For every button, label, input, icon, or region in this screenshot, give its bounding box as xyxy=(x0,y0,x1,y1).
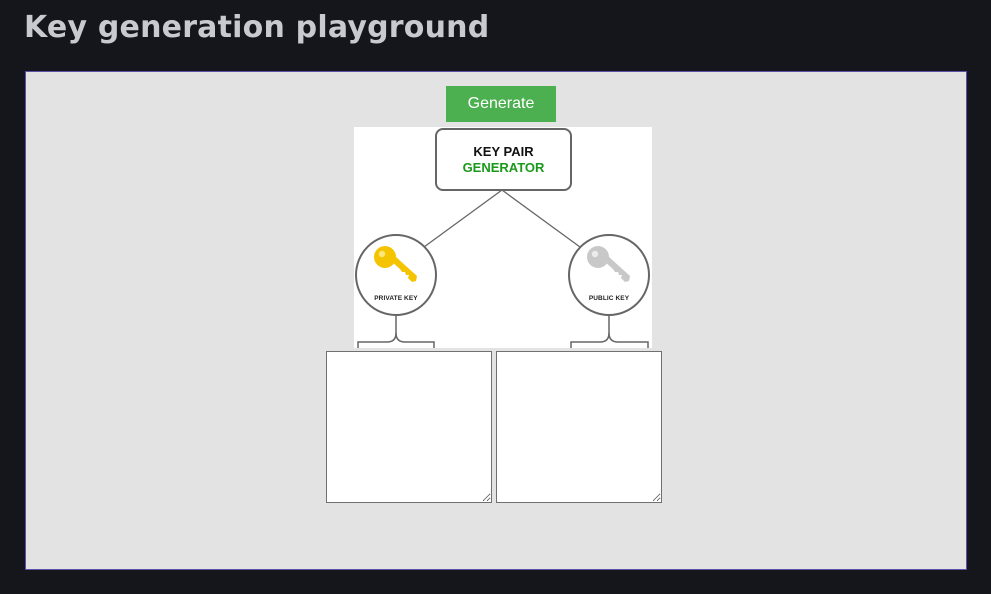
public-key-label: PUBLIC KEY xyxy=(588,295,630,302)
public-key-node: PUBLIC KEY xyxy=(568,234,650,316)
key-pair-diagram: KEY PAIR GENERATOR PRIVATE KEY PUBLIC KE… xyxy=(354,127,652,348)
public-key-textarea[interactable] xyxy=(496,351,662,503)
generate-button[interactable]: Generate xyxy=(446,86,556,122)
private-key-label: PRIVATE KEY xyxy=(374,295,418,302)
page-title: Key generation playground xyxy=(24,10,490,45)
playground-panel: Generate KEY PAIR GENERATOR PRIVATE KEY xyxy=(25,71,967,570)
generator-title: KEY PAIR xyxy=(473,144,534,159)
private-key-node: PRIVATE KEY xyxy=(355,234,437,316)
generator-subtitle: GENERATOR xyxy=(462,160,545,175)
private-key-textarea[interactable] xyxy=(326,351,492,503)
key-pair-generator-box: KEY PAIR GENERATOR xyxy=(435,128,572,191)
private-key-icon xyxy=(374,246,417,282)
public-key-icon xyxy=(587,246,630,282)
